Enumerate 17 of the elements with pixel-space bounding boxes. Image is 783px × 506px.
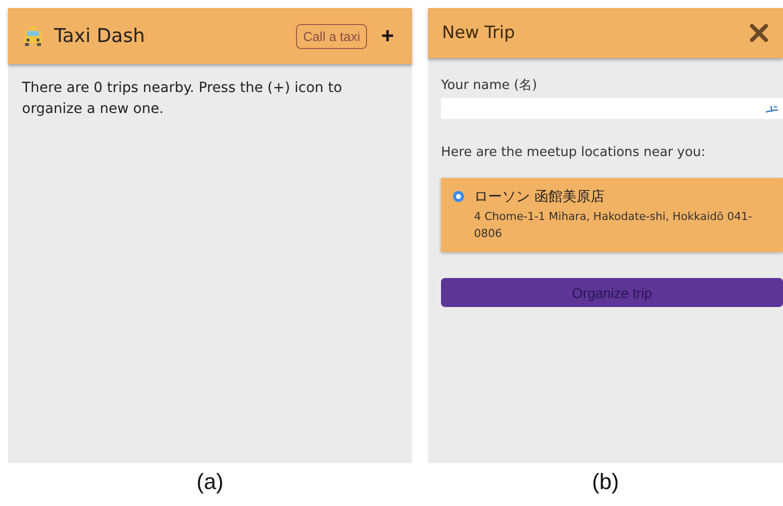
location-name: ローソン 函館美原店 xyxy=(474,188,606,206)
figure-caption: (b) xyxy=(592,469,619,495)
dialog-title: New Trip xyxy=(442,23,516,43)
app-title: Taxi Dash xyxy=(54,25,146,47)
empty-message: There are 0 trips nearby. Press the (+) icon to organize a new one. xyxy=(21,79,344,119)
name-field[interactable] xyxy=(441,98,783,119)
field-label: Your name (名) xyxy=(441,77,538,94)
figure-caption: (a) xyxy=(196,469,224,495)
taxi-icon xyxy=(22,25,44,47)
location-card[interactable]: ローソン 函館美原店 4 Chome-1-1 Mihara, Hakodate-shi, Hokkaidō 041-0806 xyxy=(441,178,783,252)
add-button[interactable]: + xyxy=(377,23,398,49)
autofill-icon[interactable] xyxy=(765,104,779,114)
radio-button[interactable] xyxy=(453,191,464,202)
location-address: 4 Chome-1-1 Mihara, Hakodate-shi, Hokkaidō 041-0806 xyxy=(474,209,754,242)
call-taxi-button[interactable]: Call a taxi xyxy=(296,24,368,48)
close-icon[interactable] xyxy=(749,23,769,43)
locations-label: Here are the meetup locations near you: xyxy=(441,145,706,160)
